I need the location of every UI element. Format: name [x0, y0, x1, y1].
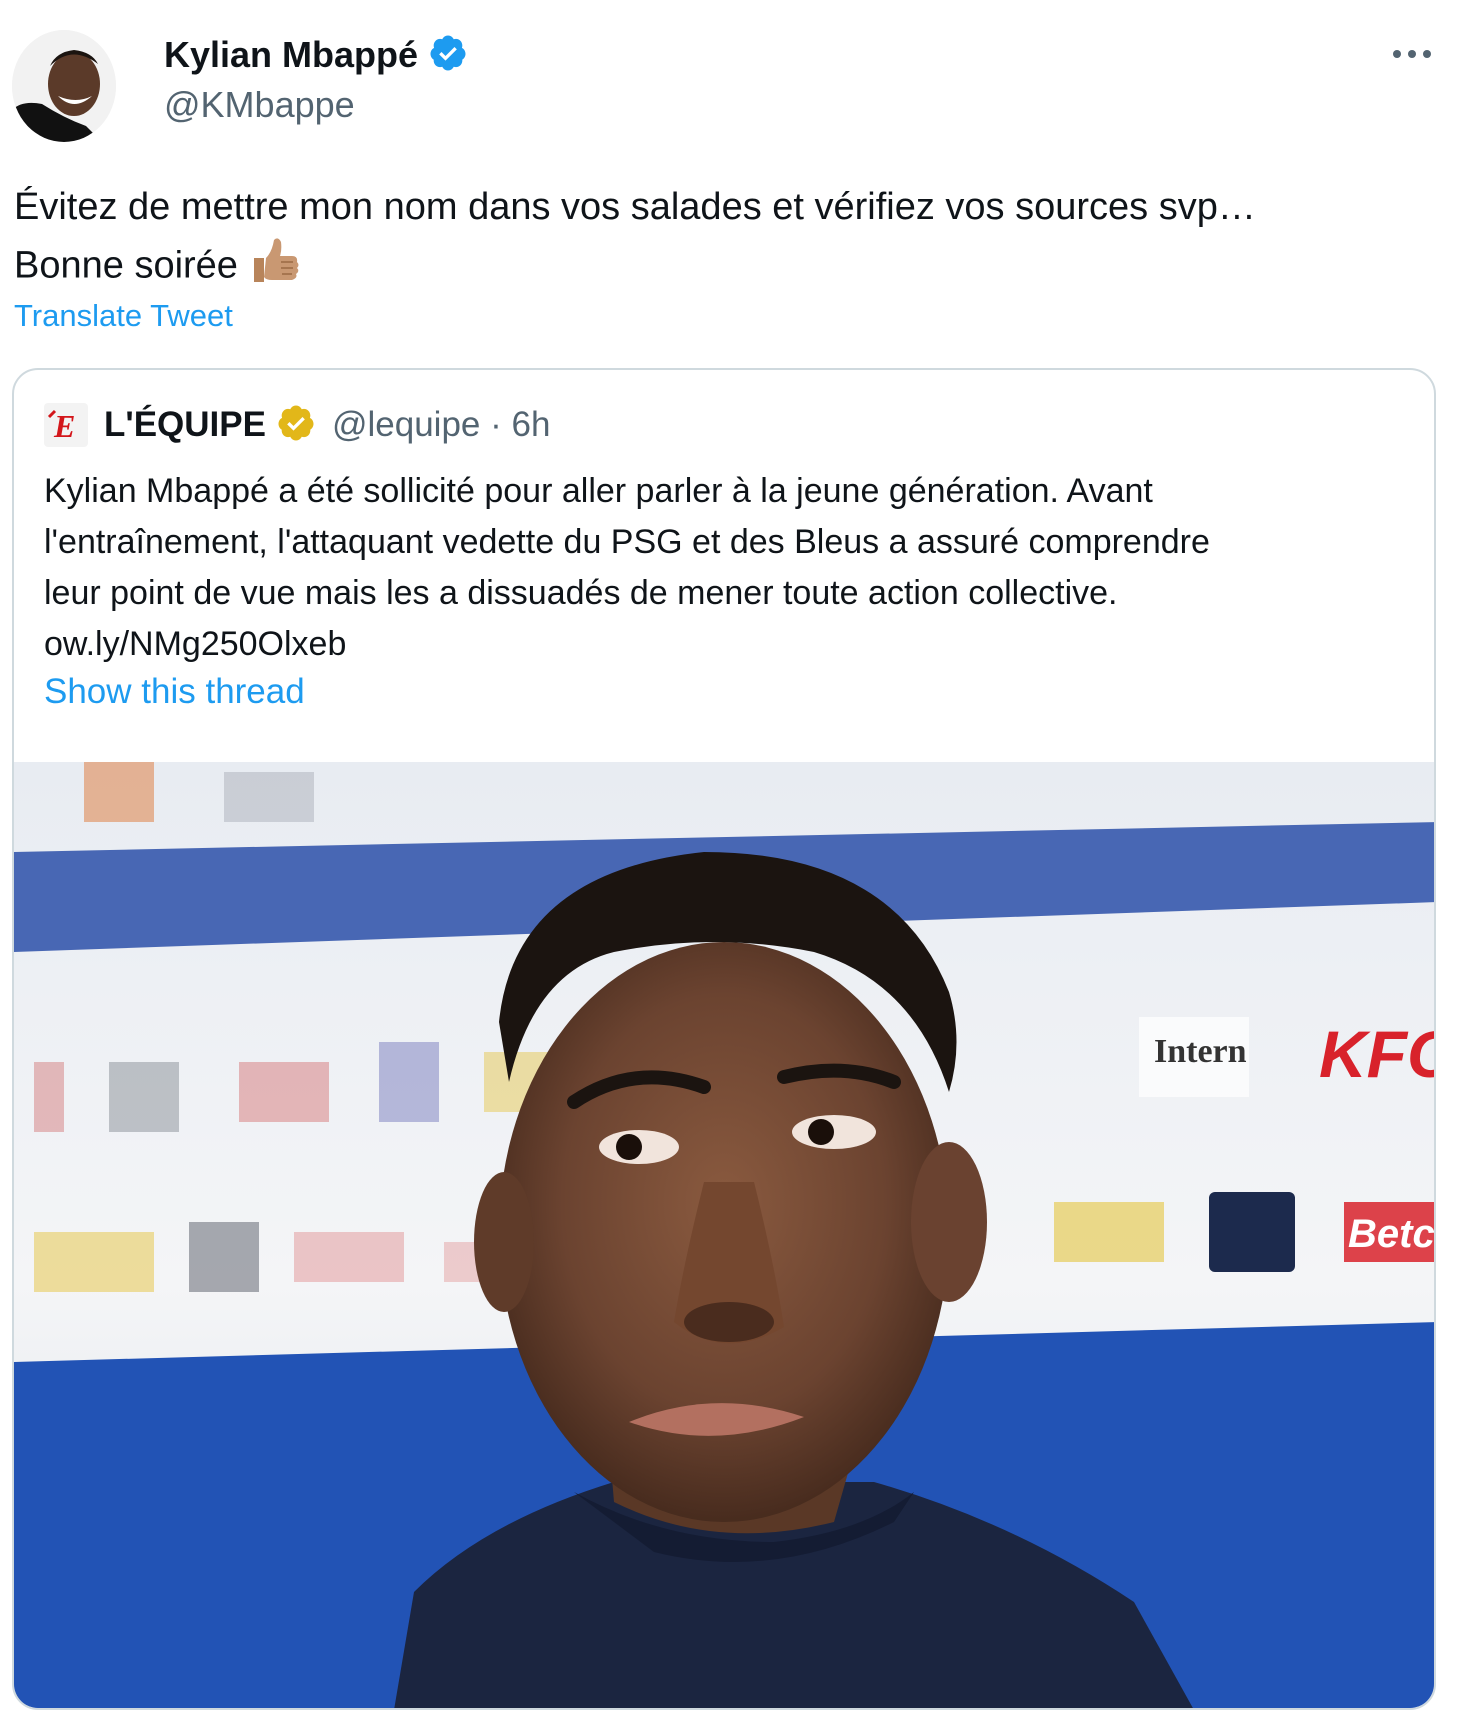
kfc-logo-text: KFC: [1319, 1017, 1436, 1091]
quoted-text-line-2: l'entraînement, l'attaquant vedette du P…: [44, 523, 1210, 561]
sponsor-badge: [1209, 1192, 1295, 1272]
quoted-tweet[interactable]: E L'ÉQUIPE @lequipe · 6h Kylian Mbappé a…: [12, 368, 1436, 1710]
translate-tweet-link[interactable]: Translate Tweet: [14, 298, 233, 334]
lequipe-logo-icon: E: [44, 403, 88, 447]
lequipe-logo-letter: E: [53, 408, 75, 444]
betclic-logo-text: Betcl: [1348, 1212, 1436, 1256]
tweet-text: Évitez de mettre mon nom dans vos salade…: [14, 180, 1434, 301]
quoted-tweet-header: E L'ÉQUIPE @lequipe · 6h: [44, 400, 550, 450]
tweet-text-line-2-content: Bonne soirée: [14, 244, 238, 287]
tweet-text-line-1: Évitez de mettre mon nom dans vos salade…: [14, 186, 1256, 228]
intern-logo-text: Intern: [1154, 1033, 1247, 1070]
tweet-card: Kylian Mbappé @KMbappe Évitez de mettre …: [0, 0, 1460, 1727]
tweet-text-line-2: Bonne soirée: [14, 234, 1434, 301]
author-name[interactable]: Kylian Mbappé: [164, 34, 418, 76]
quoted-tweet-photo[interactable]: Intern KFC Betcl: [14, 762, 1436, 1708]
quoted-text-line-1: Kylian Mbappé a été sollicité pour aller…: [44, 472, 1153, 510]
quoted-handle-time[interactable]: @lequipe · 6h: [332, 405, 550, 445]
quoted-text-line-3: leur point de vue mais les a dissuadés d…: [44, 574, 1118, 612]
author-block: Kylian Mbappé @KMbappe: [164, 30, 468, 126]
quoted-author-name[interactable]: L'ÉQUIPE: [104, 405, 266, 445]
gold-verified-badge-icon: [276, 403, 316, 448]
thumbs-up-icon: [248, 234, 300, 301]
author-handle[interactable]: @KMbappe: [164, 84, 468, 126]
more-options-button[interactable]: [1384, 36, 1440, 72]
more-icon: [1393, 50, 1431, 58]
author-avatar[interactable]: [12, 30, 116, 142]
quoted-text-link[interactable]: ow.ly/NMg250Olxeb: [44, 619, 1414, 670]
show-thread-link[interactable]: Show this thread: [44, 672, 305, 712]
verified-badge-icon: [428, 33, 468, 78]
quoted-tweet-text: Kylian Mbappé a été sollicité pour aller…: [44, 466, 1414, 670]
